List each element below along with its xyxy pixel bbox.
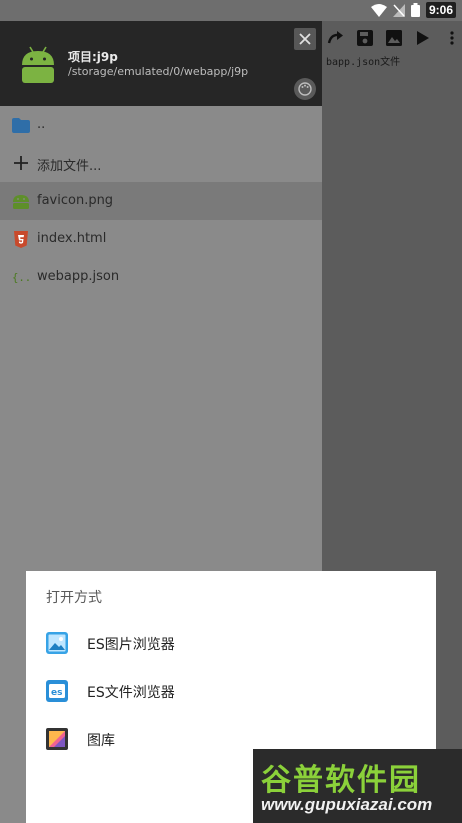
dialog-title: 打开方式 [46, 590, 102, 606]
project-title: 项目:j9p [68, 50, 118, 64]
svg-text:{..}: {..} [12, 271, 30, 284]
watermark-url: www.gupuxiazai.com [261, 795, 433, 814]
redo-icon[interactable] [326, 28, 346, 48]
file-item-index-html[interactable]: index.html [0, 220, 322, 258]
file-list: .. 添加文件... favicon.png index.html {..} w… [0, 106, 322, 296]
gallery-icon [46, 728, 68, 750]
project-path: /storage/emulated/0/webapp/j9p [68, 65, 249, 78]
option-label: ES图片浏览器 [87, 637, 175, 653]
status-icons: 9:06 [370, 2, 456, 18]
wifi-icon [370, 3, 387, 17]
close-icon [299, 33, 311, 45]
android-logo-icon [22, 46, 54, 83]
file-label: 添加文件... [37, 159, 102, 174]
image-icon[interactable] [384, 28, 404, 48]
file-item-webapp-json[interactable]: {..} webapp.json [0, 258, 322, 296]
add-icon [12, 154, 30, 172]
editor-toolbar [322, 21, 462, 55]
clock-time: 9:06 [425, 2, 456, 18]
file-item-favicon[interactable]: favicon.png [0, 182, 322, 220]
close-drawer-button[interactable] [294, 28, 316, 50]
file-item-parent-dir[interactable]: .. [0, 106, 322, 144]
site-watermark: 谷普软件园 www.gupuxiazai.com [253, 749, 462, 823]
svg-text:es: es [51, 688, 62, 698]
editor-content[interactable]: bapp.json文件 [326, 53, 400, 68]
option-label: ES文件浏览器 [87, 685, 175, 701]
status-bar: 9:06 [0, 0, 462, 21]
no-signal-icon [392, 3, 405, 17]
file-label: favicon.png [37, 193, 114, 208]
option-label: 图库 [87, 733, 115, 749]
html5-icon [12, 230, 30, 248]
add-file-item[interactable]: 添加文件... [0, 144, 322, 182]
file-label: webapp.json [37, 269, 120, 284]
battery-icon [410, 3, 420, 17]
play-icon[interactable] [413, 28, 433, 48]
option-es-file-explorer[interactable]: es ES文件浏览器 [26, 667, 436, 715]
palette-icon [298, 82, 312, 96]
drawer-header: 项目:j9p /storage/emulated/0/webapp/j9p [0, 21, 322, 106]
option-es-image-viewer[interactable]: ES图片浏览器 [26, 619, 436, 667]
file-label: .. [37, 117, 46, 132]
folder-icon [12, 116, 30, 134]
save-icon[interactable] [355, 28, 375, 48]
more-vert-icon[interactable] [442, 28, 462, 48]
theme-palette-button[interactable] [294, 78, 316, 100]
es-file-explorer-icon: es [46, 680, 68, 702]
json-icon: {..} [12, 268, 30, 286]
file-label: index.html [37, 231, 107, 246]
watermark-title: 谷普软件园 [261, 763, 421, 798]
es-image-viewer-icon [46, 632, 68, 654]
android-file-icon [12, 192, 30, 210]
